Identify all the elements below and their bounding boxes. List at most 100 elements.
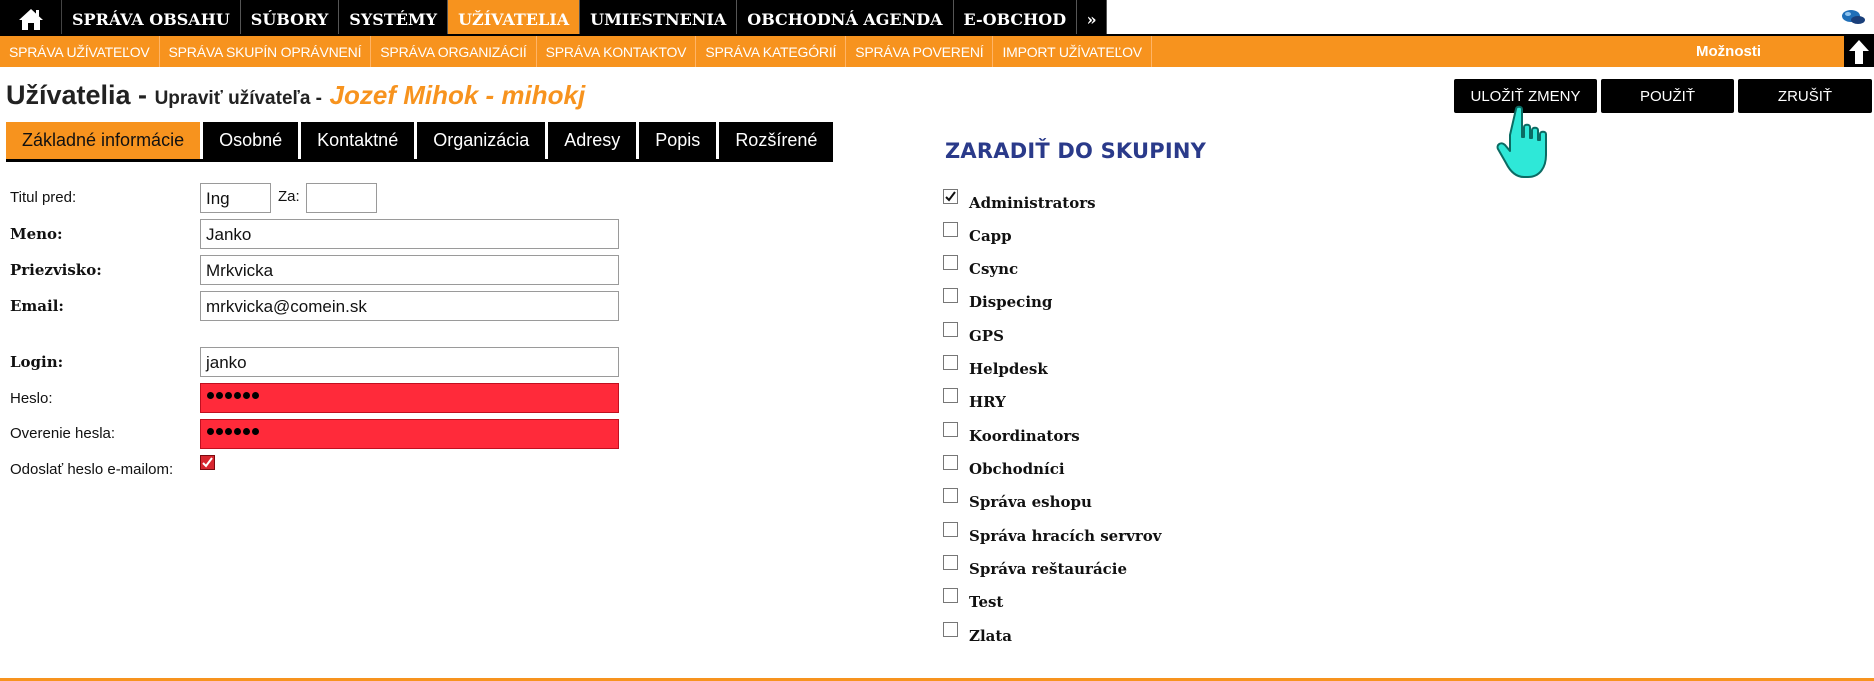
group-checkbox[interactable] <box>943 322 958 337</box>
menu-umiestnenia[interactable]: UMIESTNENIA <box>580 0 738 38</box>
group-item[interactable]: Zlata <box>943 622 1013 645</box>
group-label: Zlata <box>969 627 1013 645</box>
home-button[interactable] <box>0 0 62 38</box>
login-label: Login: <box>10 353 64 371</box>
group-item[interactable]: Správa hracích servrov <box>943 522 1162 545</box>
checkmark-icon <box>202 457 213 468</box>
group-checkbox[interactable] <box>943 522 958 537</box>
group-item[interactable]: GPS <box>943 322 1004 345</box>
surname-input[interactable]: Mrkvicka <box>200 255 619 285</box>
group-checkbox[interactable] <box>943 288 958 303</box>
menu-subory[interactable]: SÚBORY <box>241 0 340 38</box>
page-title: Užívatelia - Upraviť užívateľa - Jozef M… <box>6 80 585 111</box>
menu-more-button[interactable]: » <box>1077 0 1108 38</box>
tab-adresy[interactable]: Adresy <box>548 122 640 159</box>
brand-logo-icon <box>1842 10 1865 24</box>
group-checkbox[interactable] <box>943 355 958 370</box>
group-checkbox[interactable] <box>943 255 958 270</box>
checkmark-icon <box>945 191 956 202</box>
subnav-sprava-organizacii[interactable]: SPRÁVA ORGANIZÁCIÍ <box>371 36 537 67</box>
group-item[interactable]: HRY <box>943 388 1006 411</box>
group-label: Capp <box>969 227 1012 245</box>
tab-popis[interactable]: Popis <box>639 122 720 159</box>
password-input[interactable] <box>200 383 619 413</box>
title-before-input[interactable]: Ing <box>200 183 271 213</box>
password-mask <box>207 392 259 399</box>
group-label: GPS <box>969 327 1004 345</box>
subnav-sprava-povereni[interactable]: SPRÁVA POVERENÍ <box>846 36 994 67</box>
group-item[interactable]: Obchodníci <box>943 455 1065 478</box>
send-password-checkbox[interactable] <box>200 455 215 470</box>
group-item[interactable]: Capp <box>943 222 1012 245</box>
password-label: Heslo: <box>10 390 53 407</box>
tab-zakladne-informacie[interactable]: Základné informácie <box>6 122 204 159</box>
title-before-label: Titul pred: <box>10 189 77 206</box>
group-label: Test <box>969 593 1004 611</box>
group-label: Správa eshopu <box>969 493 1092 511</box>
group-checkbox[interactable] <box>943 189 958 204</box>
group-checkbox[interactable] <box>943 388 958 403</box>
menu-obchodna-agenda[interactable]: OBCHODNÁ AGENDA <box>737 0 954 38</box>
name-input[interactable]: Janko <box>200 219 619 249</box>
menu-uzivatelia[interactable]: UŽÍVATELIA <box>448 0 581 38</box>
cancel-button[interactable]: ZRUŠIŤ <box>1738 79 1872 113</box>
group-item[interactable]: Správa eshopu <box>943 488 1092 511</box>
login-input[interactable]: janko <box>200 347 619 377</box>
email-input[interactable]: mrkvicka@comein.sk <box>200 291 619 321</box>
group-label: Helpdesk <box>969 360 1048 378</box>
apply-button[interactable]: POUŽIŤ <box>1601 79 1734 113</box>
group-label: Dispecing <box>969 293 1053 311</box>
name-label: Meno: <box>10 225 63 243</box>
password-confirm-label: Overenie hesla: <box>10 425 116 442</box>
subnav-sprava-kontaktov[interactable]: SPRÁVA KONTAKTOV <box>537 36 697 67</box>
groups-heading: ZARADIŤ DO SKUPINY <box>945 139 1207 163</box>
tab-rozsirene[interactable]: Rozšírené <box>719 122 834 159</box>
sub-navigation: SPRÁVA UŽÍVATEĽOV SPRÁVA SKUPÍN OPRÁVNEN… <box>0 36 1874 67</box>
group-label: Obchodníci <box>969 460 1065 478</box>
tab-osobne[interactable]: Osobné <box>203 122 302 159</box>
group-item[interactable]: Test <box>943 588 1004 611</box>
group-checkbox[interactable] <box>943 222 958 237</box>
group-label: HRY <box>969 393 1006 411</box>
page-title-sub: Upraviť užívateľa - <box>154 88 322 109</box>
group-item[interactable]: Csync <box>943 255 1018 277</box>
menu-systemy[interactable]: SYSTÉMY <box>339 0 449 38</box>
title-after-input[interactable] <box>306 183 377 213</box>
tab-kontaktne[interactable]: Kontaktné <box>301 122 418 159</box>
subnav-sprava-uzivatelov[interactable]: SPRÁVA UŽÍVATEĽOV <box>0 36 160 67</box>
tab-organizacia[interactable]: Organizácia <box>417 122 549 159</box>
options-menu[interactable]: Možnosti <box>1696 36 1761 67</box>
group-label: Správa reštaurácie <box>969 560 1128 578</box>
group-item[interactable]: Helpdesk <box>943 355 1048 378</box>
group-checkbox[interactable] <box>943 488 958 503</box>
group-checkbox[interactable] <box>943 555 958 570</box>
home-icon <box>18 9 43 30</box>
scroll-up-button[interactable] <box>1844 36 1874 67</box>
main-menu: SPRÁVA OBSAHU SÚBORY SYSTÉMY UŽÍVATELIA … <box>0 0 1108 38</box>
password-confirm-mask <box>207 428 259 435</box>
subnav-import-uzivatelov[interactable]: IMPORT UŽÍVATEĽOV <box>993 36 1152 67</box>
group-checkbox[interactable] <box>943 588 958 603</box>
subnav-sprava-kategorii[interactable]: SPRÁVA KATEGÓRIÍ <box>696 36 847 67</box>
form-tabs: Základné informácie Osobné Kontaktné Org… <box>6 122 834 162</box>
subnav-sprava-skupin[interactable]: SPRÁVA SKUPÍN OPRÁVNENÍ <box>160 36 372 67</box>
group-item[interactable]: Dispecing <box>943 288 1053 311</box>
group-item[interactable]: Administrators <box>943 189 1096 212</box>
group-item[interactable]: Koordinators <box>943 422 1080 445</box>
top-navigation: SPRÁVA OBSAHU SÚBORY SYSTÉMY UŽÍVATELIA … <box>0 0 1874 38</box>
menu-e-obchod[interactable]: E-OBCHOD <box>954 0 1078 38</box>
arrow-up-icon <box>1849 39 1869 64</box>
group-label: Koordinators <box>969 427 1080 445</box>
group-checkbox[interactable] <box>943 455 958 470</box>
group-label: Administrators <box>969 194 1096 212</box>
group-checkbox[interactable] <box>943 622 958 637</box>
surname-label: Priezvisko: <box>10 261 102 279</box>
password-confirm-input[interactable] <box>200 419 619 449</box>
group-label: Správa hracích servrov <box>969 527 1162 545</box>
menu-sprava-obsahu[interactable]: SPRÁVA OBSAHU <box>62 0 241 38</box>
page-title-main: Užívatelia - <box>6 80 148 110</box>
hand-pointer-cursor-icon <box>1496 105 1547 178</box>
group-checkbox[interactable] <box>943 422 958 437</box>
email-label: Email: <box>10 297 64 315</box>
group-item[interactable]: Správa reštaurácie <box>943 555 1128 578</box>
